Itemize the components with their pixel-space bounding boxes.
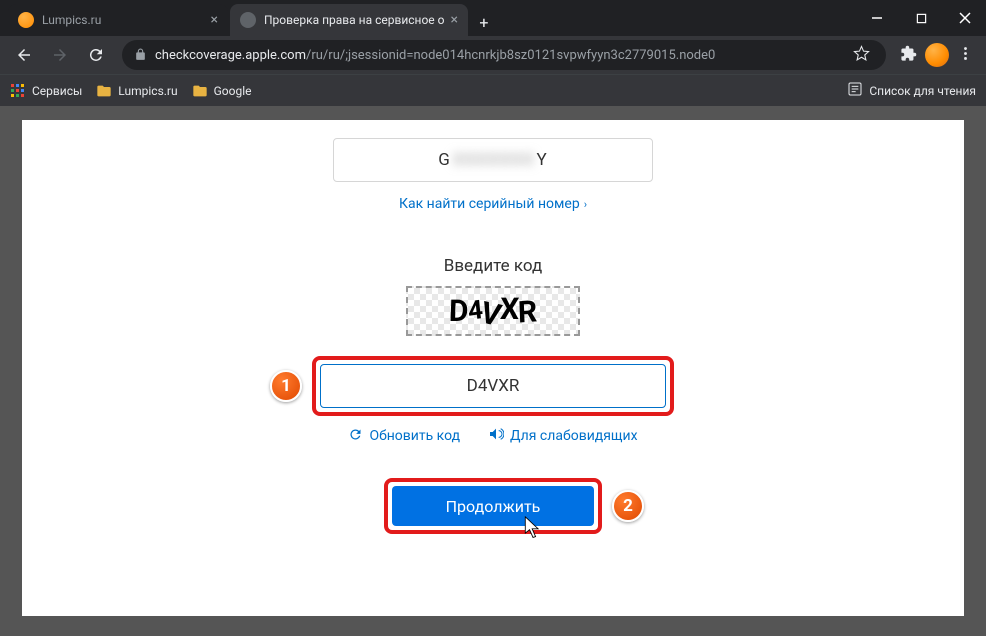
- captcha-input-wrap: 1: [312, 356, 674, 416]
- serial-first-char: G: [438, 150, 451, 170]
- tab-strip: Lumpics.ru × Проверка права на сервисное…: [0, 0, 498, 36]
- url-text: checkcoverage.apple.com/ru/ru/;jsessioni…: [155, 48, 841, 63]
- reload-button[interactable]: [80, 39, 112, 71]
- bookmark-google[interactable]: Google: [192, 83, 252, 99]
- bookmark-label: Lumpics.ru: [118, 84, 177, 98]
- apps-icon: [10, 83, 26, 99]
- back-button[interactable]: [8, 39, 40, 71]
- link-label: Как найти серийный номер: [399, 196, 580, 212]
- titlebar: Lumpics.ru × Проверка права на сервисное…: [0, 0, 986, 36]
- orange-icon: [18, 12, 34, 28]
- extensions-icon[interactable]: [896, 45, 921, 66]
- close-icon[interactable]: ×: [450, 12, 457, 28]
- find-serial-link[interactable]: Как найти серийный номер ›: [399, 196, 587, 212]
- captcha-image: D4VXR: [406, 286, 580, 336]
- refresh-captcha-link[interactable]: Обновить код: [348, 427, 460, 446]
- maximize-button[interactable]: [908, 5, 934, 31]
- annotation-highlight-1: [312, 356, 674, 416]
- captcha-text: D4VXR: [449, 294, 538, 329]
- continue-button[interactable]: Продолжить: [392, 486, 594, 526]
- annotation-badge-2: 2: [612, 490, 644, 522]
- captcha-input[interactable]: [320, 364, 666, 408]
- refresh-icon: [348, 427, 363, 446]
- reading-list-label: Список для чтения: [869, 84, 976, 98]
- serial-last-char: Y: [536, 150, 547, 170]
- annotation-badge-1: 1: [270, 370, 302, 402]
- folder-icon: [192, 83, 208, 99]
- close-icon[interactable]: ×: [211, 12, 218, 28]
- folder-icon: [96, 83, 112, 99]
- new-tab-button[interactable]: +: [470, 8, 498, 36]
- browser-chrome: Lumpics.ru × Проверка права на сервисное…: [0, 0, 986, 106]
- serial-number-field[interactable]: G XXXXXXX Y: [333, 138, 653, 182]
- addressbar[interactable]: checkcoverage.apple.com/ru/ru/;jsessioni…: [122, 40, 886, 70]
- bookmark-lumpics[interactable]: Lumpics.ru: [96, 83, 177, 99]
- addressbar-row: checkcoverage.apple.com/ru/ru/;jsessioni…: [0, 36, 986, 74]
- tab-apple-coverage[interactable]: Проверка права на сервисное о ×: [230, 4, 468, 36]
- link-label: Обновить код: [369, 428, 460, 444]
- tab-title: Lumpics.ru: [42, 13, 205, 27]
- forward-button[interactable]: [44, 39, 76, 71]
- tab-title: Проверка права на сервисное о: [264, 13, 444, 27]
- reading-list-icon: [847, 81, 863, 100]
- reading-list-button[interactable]: Список для чтения: [847, 81, 976, 100]
- captcha-sub-links: Обновить код Для слабовидящих: [348, 426, 637, 446]
- bookmark-label: Сервисы: [32, 84, 82, 98]
- close-window-button[interactable]: [952, 5, 978, 31]
- profile-avatar[interactable]: [925, 43, 949, 67]
- tab-lumpics[interactable]: Lumpics.ru ×: [8, 4, 228, 36]
- speaker-icon: [488, 426, 504, 446]
- apple-icon: [240, 12, 256, 28]
- audio-captcha-link[interactable]: Для слабовидящих: [488, 426, 637, 446]
- bookmark-label: Google: [214, 84, 252, 98]
- page-content: G XXXXXXX Y Как найти серийный номер › В…: [22, 120, 964, 616]
- annotation-highlight-2: Продолжить: [384, 478, 602, 534]
- link-label: Для слабовидящих: [510, 428, 637, 444]
- bookmark-services[interactable]: Сервисы: [10, 83, 82, 99]
- lock-icon: [134, 46, 147, 65]
- bookmarks-bar: Сервисы Lumpics.ru Google Список для чте…: [0, 74, 986, 106]
- serial-blurred: XXXXXXX: [453, 150, 535, 170]
- enter-code-label: Введите код: [444, 256, 543, 276]
- chevron-right-icon: ›: [584, 198, 587, 211]
- menu-icon[interactable]: [953, 45, 978, 66]
- minimize-button[interactable]: [864, 5, 890, 31]
- continue-wrap: Продолжить 2: [384, 478, 602, 534]
- star-icon[interactable]: [849, 45, 874, 66]
